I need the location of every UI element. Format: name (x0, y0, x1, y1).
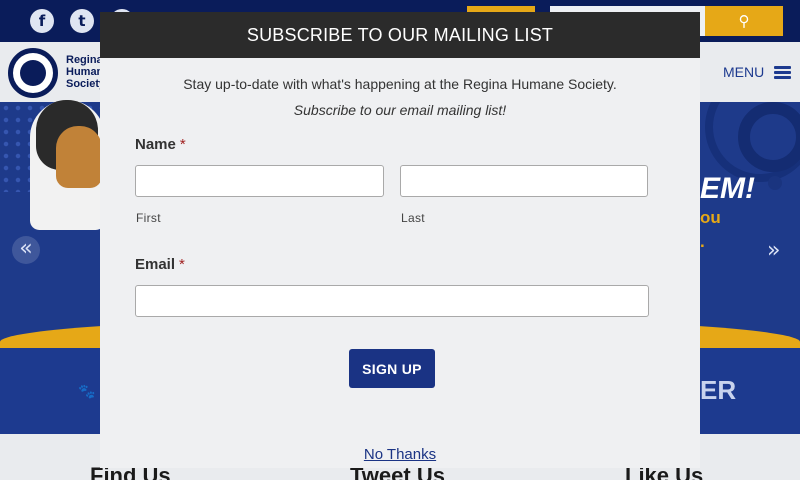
modal-subtitle: Subscribe to our email mailing list! (293, 102, 507, 118)
name-label-text: Name (135, 136, 176, 153)
modal-header: SUBSCRIBE TO OUR MAILING LIST (100, 12, 700, 58)
name-label: Name * (135, 136, 186, 153)
last-name-input[interactable] (400, 165, 648, 197)
modal-intro-text: Stay up-to-date with what's happening at… (183, 76, 617, 92)
no-thanks-link[interactable]: No Thanks (364, 446, 436, 463)
first-sublabel: First (136, 211, 161, 225)
email-label: Email * (135, 256, 185, 273)
required-asterisk: * (179, 136, 186, 153)
email-input[interactable] (135, 285, 649, 317)
subscribe-modal: SUBSCRIBE TO OUR MAILING LIST Stay up-to… (100, 12, 700, 468)
last-sublabel: Last (401, 211, 425, 225)
first-name-input[interactable] (135, 165, 384, 197)
required-asterisk: * (179, 256, 185, 273)
modal-title: SUBSCRIBE TO OUR MAILING LIST (246, 24, 554, 45)
email-label-text: Email (135, 256, 176, 273)
sign-up-button[interactable]: SIGN UP (349, 349, 435, 388)
no-thanks-container: No Thanks (100, 446, 700, 464)
